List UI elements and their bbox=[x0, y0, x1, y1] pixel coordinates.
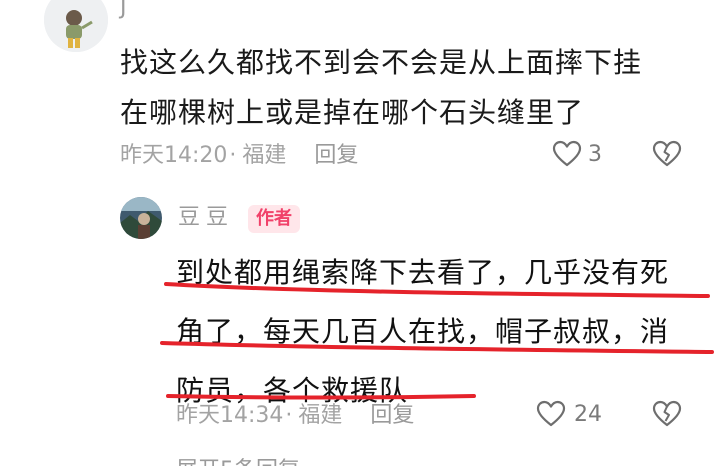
timestamp: 昨天14:20 bbox=[120, 143, 228, 168]
dislike-button[interactable] bbox=[652, 140, 682, 172]
avatar-illustration bbox=[44, 0, 108, 52]
avatar[interactable] bbox=[120, 197, 162, 239]
comment-text-line: 到处都用绳索降下去看了，几乎没有死 bbox=[176, 256, 670, 289]
heart-icon bbox=[552, 140, 582, 167]
broken-heart-icon bbox=[652, 140, 682, 167]
meta-separator: · bbox=[229, 143, 237, 168]
reply-button[interactable]: 回复 bbox=[314, 143, 358, 168]
expand-replies-button[interactable]: 展开5条回复 bbox=[176, 452, 326, 466]
avatar-photo bbox=[120, 197, 162, 239]
comment-text: 找这么久都找不到会不会是从上面摔下挂 在哪棵树上或是掉在哪个石头缝里了 bbox=[120, 38, 690, 138]
username[interactable]: 豆豆 bbox=[178, 205, 234, 231]
comment-thread: J 找这么久都找不到会不会是从上面摔下挂 在哪棵树上或是掉在哪个石头缝里了 昨天… bbox=[0, 0, 720, 466]
comment-text: 到处都用绳索降下去看了，几乎没有死 角了，每天几百人在找，帽子叔叔，消 防员，各… bbox=[176, 243, 706, 420]
avatar[interactable] bbox=[44, 0, 108, 52]
comment-text-line: 找这么久都找不到会不会是从上面摔下挂 bbox=[120, 46, 643, 79]
like-count: 3 bbox=[588, 141, 602, 167]
comment-text-line: 防员，各个救援队 bbox=[176, 374, 409, 407]
username[interactable]: J bbox=[120, 0, 127, 20]
location: 福建 bbox=[242, 143, 287, 168]
comment-meta: 昨天14:20· 福建 回复 bbox=[120, 142, 358, 170]
like-button[interactable]: 3 bbox=[552, 140, 602, 168]
author-badge: 作者 bbox=[248, 205, 300, 233]
comment-text-line: 在哪棵树上或是掉在哪个石头缝里了 bbox=[120, 96, 585, 129]
comment-text-line: 角了，每天几百人在找，帽子叔叔，消 bbox=[176, 315, 670, 348]
